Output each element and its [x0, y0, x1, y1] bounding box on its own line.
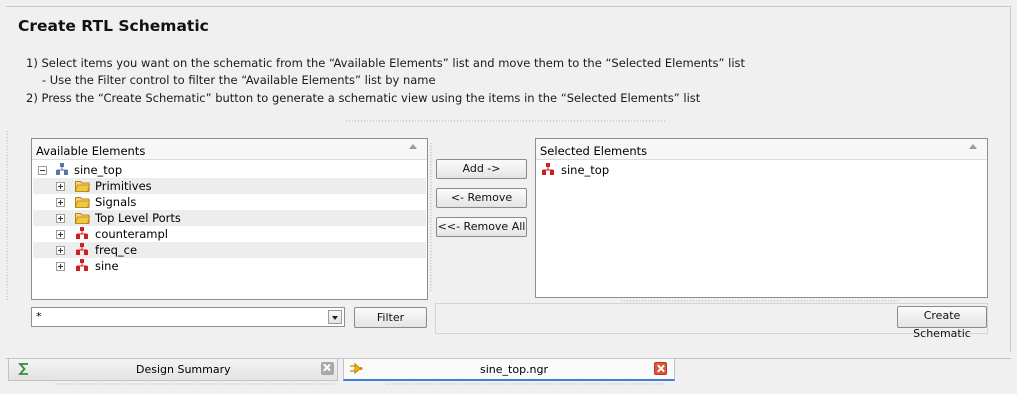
instruction-step-1: 1) Select items you want on the schemati…: [26, 56, 746, 70]
tab-design-summary[interactable]: Design Summary: [8, 359, 338, 381]
tree-item-label: sine_top: [74, 163, 123, 177]
tab-label: Design Summary: [136, 363, 231, 376]
sigma-icon: [18, 363, 28, 375]
filter-combo[interactable]: *: [31, 307, 345, 327]
expand-icon[interactable]: [56, 230, 65, 239]
sort-ascending-icon: [969, 144, 977, 149]
folder-icon: [75, 181, 90, 192]
tree-item-label: counterampl: [95, 227, 168, 241]
folder-icon: [75, 197, 90, 208]
available-elements-list[interactable]: Available Elements sine_top Primitives S…: [31, 138, 428, 300]
tree-item-label: Top Level Ports: [95, 211, 181, 225]
tree-item-sine[interactable]: sine: [33, 258, 426, 274]
expand-icon[interactable]: [56, 182, 65, 191]
module-icon: [542, 163, 554, 175]
tab-grip-left: [55, 383, 335, 385]
expand-icon[interactable]: [56, 262, 65, 271]
expand-icon[interactable]: [56, 198, 65, 207]
create-schematic-button[interactable]: Create Schematic: [897, 306, 987, 340]
available-elements-header[interactable]: Available Elements: [32, 139, 427, 160]
dropdown-arrow-icon[interactable]: [328, 310, 342, 324]
selected-item-label: sine_top: [561, 163, 610, 177]
module-icon: [76, 259, 88, 271]
available-elements-header-label: Available Elements: [36, 144, 146, 158]
tree-item-primitives[interactable]: Primitives: [33, 178, 426, 194]
module-icon: [76, 227, 88, 239]
window-right-border: [1010, 6, 1011, 352]
close-icon[interactable]: [321, 362, 334, 375]
instruction-step-2: 2) Press the “Create Schematic” button t…: [26, 91, 701, 105]
sort-ascending-icon: [409, 144, 417, 149]
filter-button[interactable]: Filter: [354, 307, 427, 328]
tree-item-label: sine: [95, 259, 119, 273]
remove-button[interactable]: <- Remove: [436, 188, 527, 208]
folder-icon: [75, 213, 90, 224]
hierarchy-icon: [56, 163, 68, 175]
selected-elements-header-label: Selected Elements: [540, 144, 648, 158]
tree-item-label: Signals: [95, 195, 137, 209]
tab-sine-top-ngr[interactable]: sine_top.ngr: [343, 359, 675, 381]
expand-icon[interactable]: [56, 246, 65, 255]
tree-item-top-level-ports[interactable]: Top Level Ports: [33, 210, 426, 226]
window-top-border: [6, 6, 1011, 7]
expand-icon[interactable]: [56, 214, 65, 223]
tree-item-label: freq_ce: [95, 243, 138, 257]
tree-item-freq-ce[interactable]: freq_ce: [33, 242, 426, 258]
page-title: Create RTL Schematic: [18, 17, 209, 35]
add-button[interactable]: Add ->: [436, 159, 527, 179]
close-icon[interactable]: [654, 362, 667, 375]
selected-item-sine-top[interactable]: sine_top: [537, 162, 986, 178]
remove-all-button[interactable]: <<- Remove All: [436, 217, 527, 237]
collapse-icon[interactable]: [38, 166, 47, 175]
module-icon: [76, 243, 88, 255]
tree-item-sine-top[interactable]: sine_top: [33, 162, 426, 178]
tree-item-signals[interactable]: Signals: [33, 194, 426, 210]
selected-elements-list[interactable]: Selected Elements sine_top: [535, 138, 988, 298]
splitter-grip-right-bottom[interactable]: [620, 300, 900, 302]
schematic-icon: [350, 362, 363, 375]
splitter-grip-top[interactable]: [345, 120, 667, 122]
tab-label: sine_top.ngr: [480, 363, 549, 376]
filter-value: *: [36, 310, 42, 323]
tree-item-label: Primitives: [95, 179, 152, 193]
instruction-filter-note: - Use the Filter control to filter the “…: [42, 73, 436, 87]
splitter-grip-middle[interactable]: [430, 142, 432, 292]
tree-item-counterampl[interactable]: counterampl: [33, 226, 426, 242]
selected-elements-header[interactable]: Selected Elements: [536, 139, 987, 160]
splitter-grip-left[interactable]: [6, 130, 8, 300]
tab-grip-right: [385, 383, 665, 385]
